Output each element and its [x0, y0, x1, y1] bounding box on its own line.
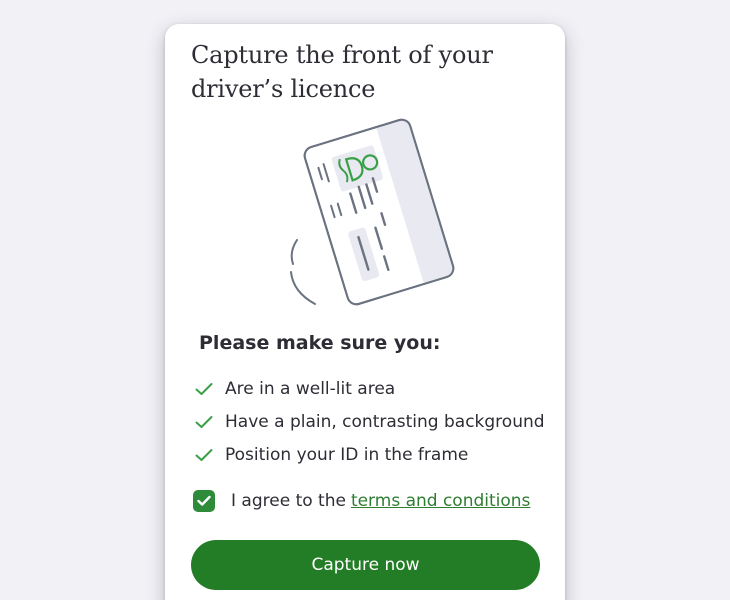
page-background: Capture the front of your driver’s licen… — [0, 0, 730, 600]
capture-card: Capture the front of your driver’s licen… — [165, 24, 565, 600]
list-item: Position your ID in the frame — [195, 438, 545, 471]
checklist: Are in a well-lit area Have a plain, con… — [195, 372, 545, 471]
checklist-item-text: Have a plain, contrasting background — [225, 411, 545, 432]
terms-label: I agree to the — [231, 491, 346, 511]
list-item: Have a plain, contrasting background — [195, 405, 545, 438]
checklist-item-text: Position your ID in the frame — [225, 444, 469, 465]
checklist-item-text: Are in a well-lit area — [225, 378, 396, 399]
checkmark-icon — [195, 415, 213, 428]
terms-checkbox[interactable] — [193, 490, 215, 512]
checkmark-icon — [195, 448, 213, 461]
capture-now-button[interactable]: Capture now — [191, 540, 540, 590]
terms-link[interactable]: terms and conditions — [351, 491, 530, 511]
page-title: Capture the front of your driver’s licen… — [191, 41, 493, 103]
checklist-heading: Please make sure you: — [199, 332, 441, 354]
terms-agreement: I agree to the terms and conditions — [193, 488, 530, 514]
checkbox-check-icon — [197, 495, 211, 506]
id-card-illustration-icon — [275, 112, 455, 312]
list-item: Are in a well-lit area — [195, 372, 545, 405]
checkmark-icon — [195, 382, 213, 395]
